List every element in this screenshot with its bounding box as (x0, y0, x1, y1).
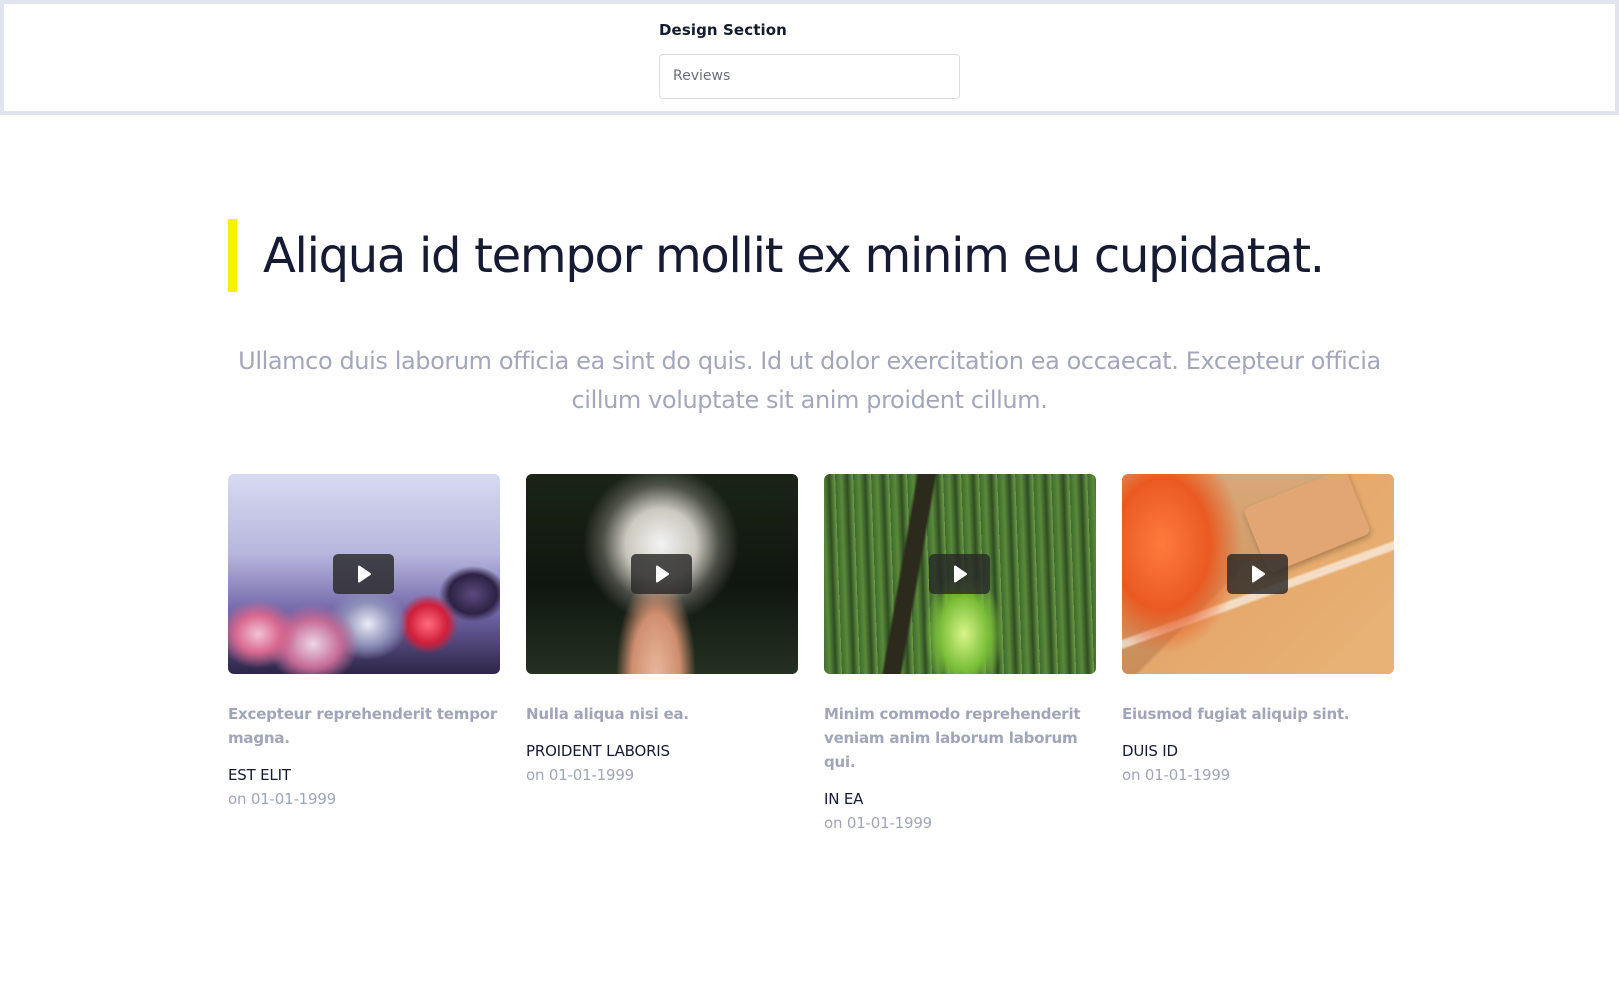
play-icon (357, 565, 371, 583)
page-title: Aliqua id tempor mollit ex minim eu cupi… (263, 227, 1325, 284)
card-author: DUIS ID (1122, 742, 1178, 760)
card-date: on 01-01-1999 (526, 766, 635, 784)
play-icon (655, 565, 669, 583)
design-section-label: Design Section (659, 21, 787, 39)
video-card: Excepteur reprehenderit tempor magna. ES… (228, 474, 500, 835)
video-card: Minim commodo reprehenderit veniam anim … (824, 474, 1096, 835)
card-date: on 01-01-1999 (1122, 766, 1231, 784)
play-button[interactable] (333, 554, 394, 594)
card-title[interactable]: Nulla aliqua nisi ea. (526, 702, 798, 726)
play-button[interactable] (631, 554, 692, 594)
card-date: on 01-01-1999 (824, 814, 933, 832)
design-selector: Design Section Reviews (659, 18, 964, 99)
video-card: Nulla aliqua nisi ea. PROIDENT LABORIS o… (526, 474, 798, 835)
card-title[interactable]: Minim commodo reprehenderit veniam anim … (824, 702, 1096, 774)
heading-accent-bar (228, 219, 237, 292)
card-author: EST ELIT (228, 766, 291, 784)
design-selector-panel: Design Section Reviews (0, 0, 1619, 115)
card-date: on 01-01-1999 (228, 790, 337, 808)
card-author: IN EA (824, 790, 864, 808)
card-title[interactable]: Eiusmod fugiat aliquip sint. (1122, 702, 1394, 726)
heading-block: Aliqua id tempor mollit ex minim eu cupi… (228, 219, 1325, 292)
video-thumbnail[interactable] (526, 474, 798, 674)
video-thumbnail[interactable] (228, 474, 500, 674)
play-button[interactable] (929, 554, 990, 594)
play-icon (1251, 565, 1265, 583)
play-button[interactable] (1227, 554, 1288, 594)
play-icon (953, 565, 967, 583)
card-title[interactable]: Excepteur reprehenderit tempor magna. (228, 702, 500, 750)
video-card: Eiusmod fugiat aliquip sint. DUIS ID on … (1122, 474, 1394, 835)
page-subtitle: Ullamco duis laborum officia ea sint do … (238, 347, 1381, 414)
video-card-grid: Excepteur reprehenderit tempor magna. ES… (228, 474, 1394, 835)
design-section-select[interactable]: Reviews (659, 54, 960, 99)
video-thumbnail[interactable] (1122, 474, 1394, 674)
video-thumbnail[interactable] (824, 474, 1096, 674)
card-author: PROIDENT LABORIS (526, 742, 670, 760)
